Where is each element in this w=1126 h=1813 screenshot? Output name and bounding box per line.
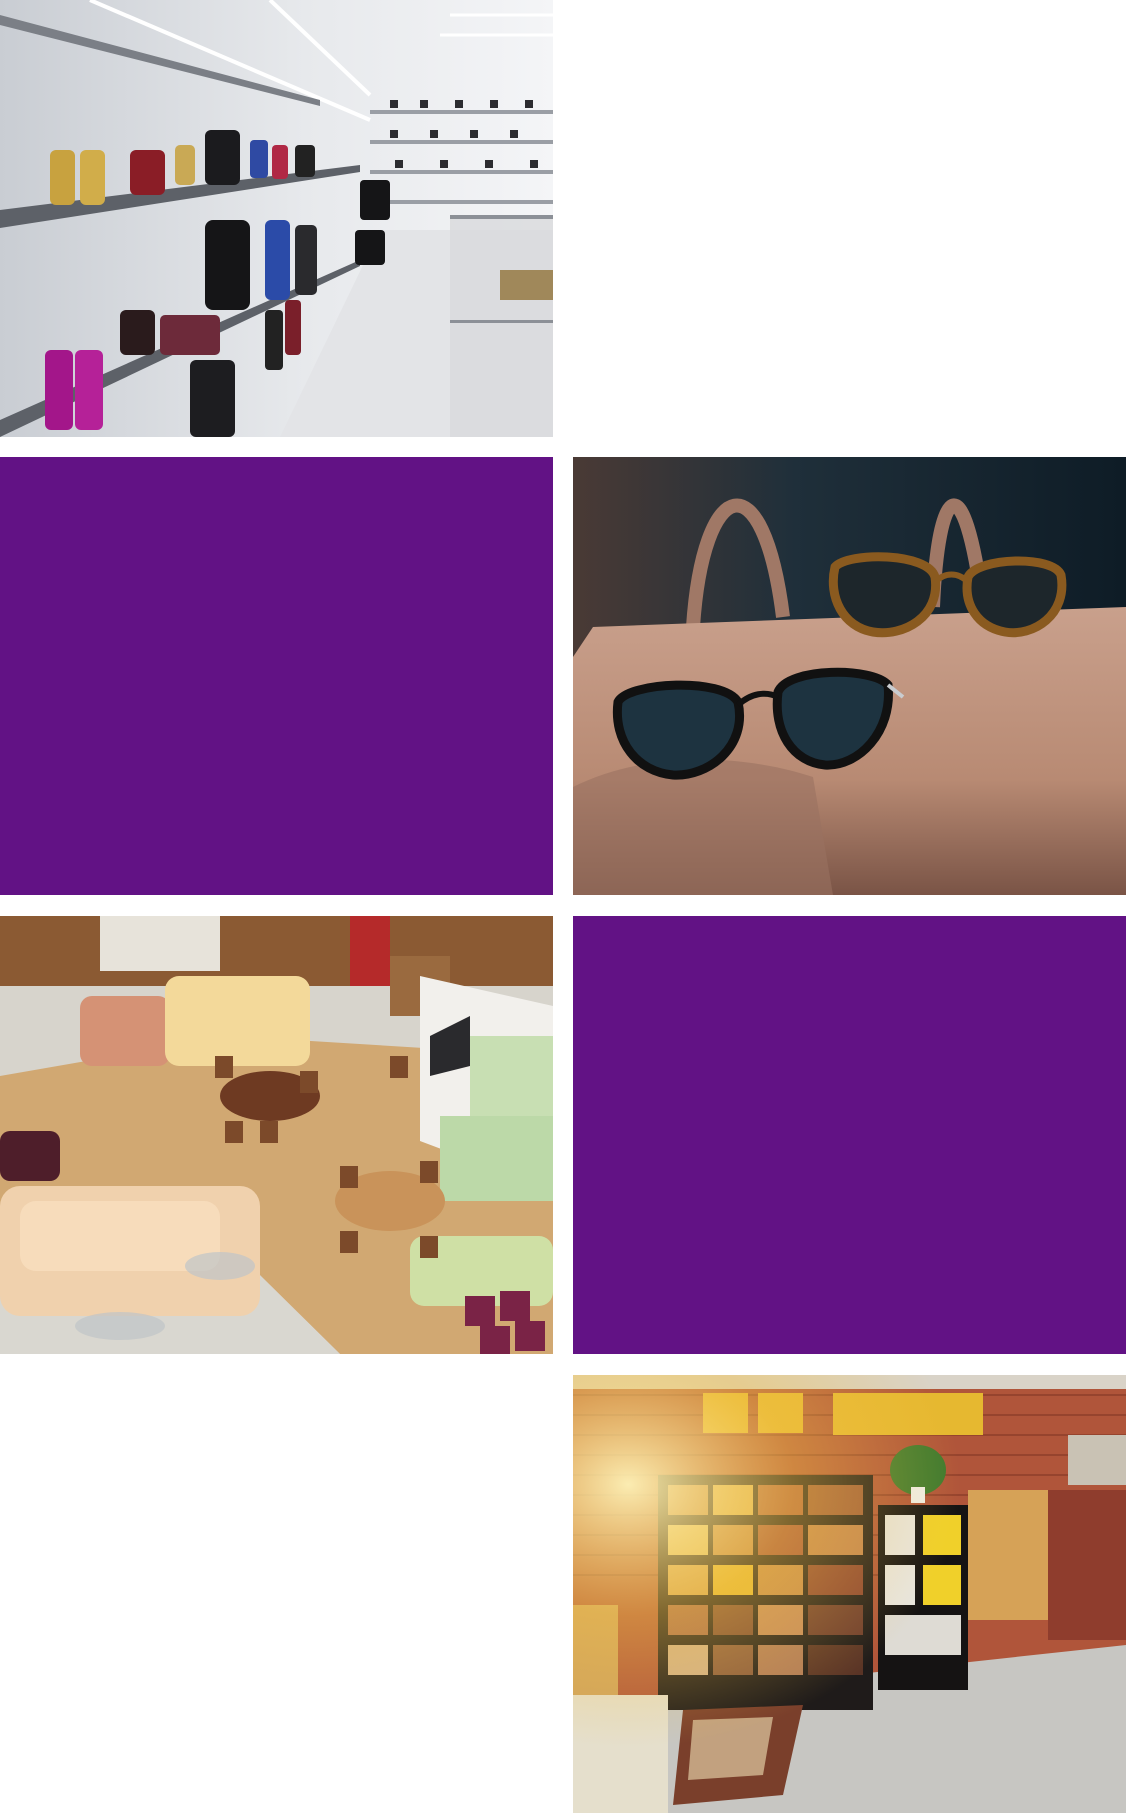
shoe-store-image <box>0 0 553 437</box>
purple-color-block-right <box>573 916 1126 1354</box>
photo-brick-tile-showroom <box>573 1375 1126 1813</box>
photo-furniture-showroom <box>0 916 553 1354</box>
furniture-showroom-image <box>0 916 553 1354</box>
photo-sunglasses-handbag <box>573 457 1126 895</box>
sunglasses-image <box>573 457 1126 895</box>
purple-color-block-left <box>0 457 553 895</box>
brick-showroom-image <box>573 1375 1126 1813</box>
photo-shoe-store <box>0 0 553 437</box>
